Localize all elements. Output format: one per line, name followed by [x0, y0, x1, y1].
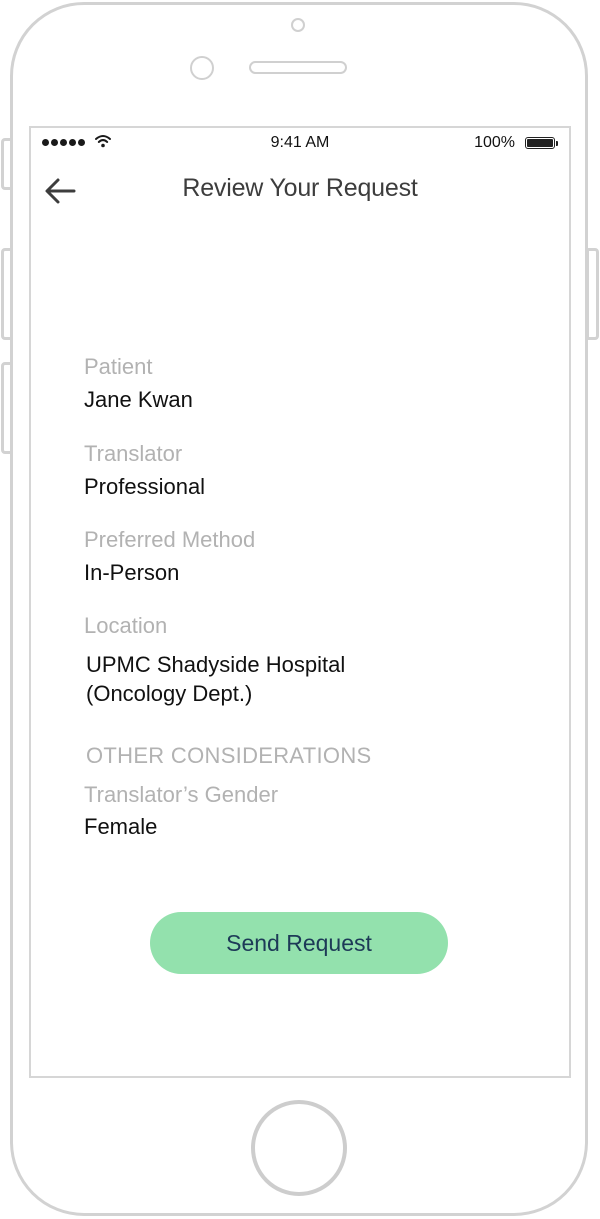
earpiece-speaker	[249, 61, 347, 74]
battery-percent: 100%	[474, 134, 515, 151]
patient-label: Patient	[84, 354, 153, 379]
location-value-line1: UPMC Shadyside Hospital	[86, 652, 346, 677]
screen: 9:41 AM 100% Review Your Request Patient…	[29, 126, 571, 1078]
battery-fill	[527, 139, 553, 147]
gender-value: Female	[84, 814, 158, 839]
location-value-line2: (Oncology Dept.)	[86, 681, 253, 706]
translator-label: Translator	[84, 441, 183, 466]
translator-value: Professional	[84, 474, 206, 499]
front-camera	[190, 56, 214, 80]
patient-value: Jane Kwan	[84, 387, 193, 412]
send-request-button[interactable]: Send Request	[150, 912, 448, 974]
other-considerations-heading: OTHER CONSIDERATIONS	[86, 743, 372, 768]
battery-icon	[525, 137, 558, 149]
page-title: Review Your Request	[182, 174, 418, 202]
gender-label: Translator’s Gender	[84, 782, 279, 807]
location-label: Location	[84, 613, 168, 638]
status-bar: 9:41 AM 100%	[31, 128, 569, 158]
home-button[interactable]	[251, 1100, 347, 1196]
proximity-sensor	[291, 18, 305, 32]
method-value: In-Person	[84, 560, 180, 585]
method-label: Preferred Method	[84, 527, 256, 552]
